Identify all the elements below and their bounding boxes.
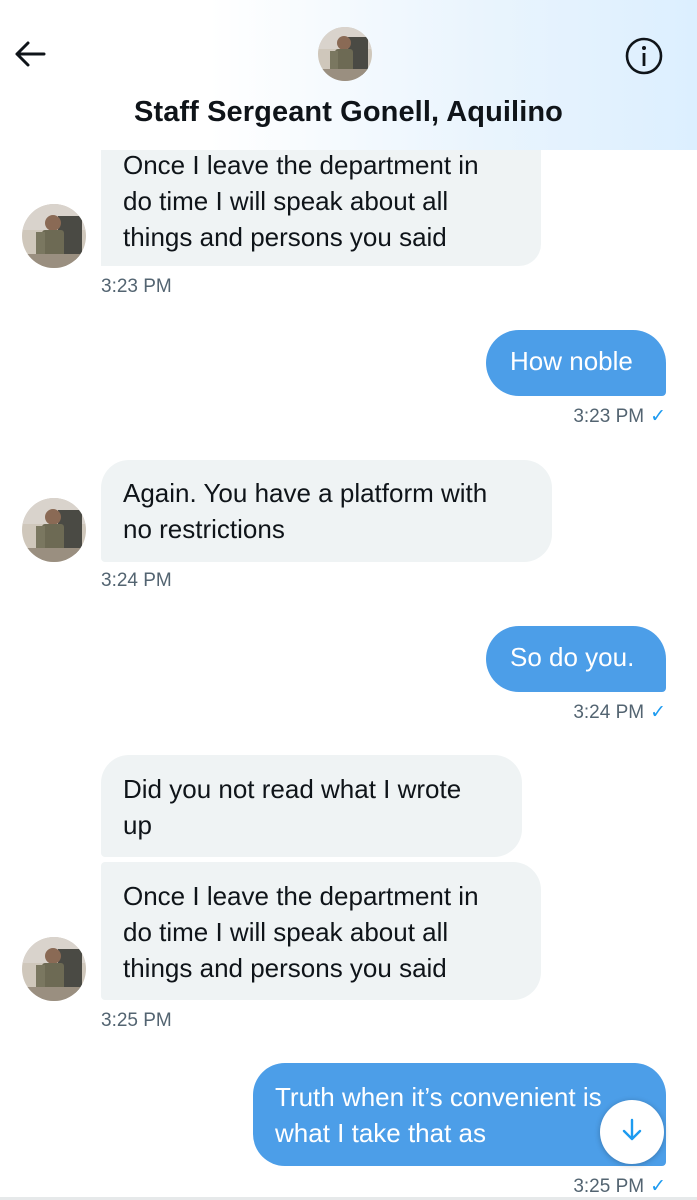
scroll-to-bottom-button[interactable] (600, 1100, 664, 1164)
arrow-down-icon (620, 1117, 644, 1148)
sender-avatar[interactable] (22, 498, 86, 562)
message-bubble-outgoing[interactable]: So do you. (486, 626, 666, 692)
message-bubble-incoming[interactable]: Did you not read what I wrote up (101, 755, 522, 857)
message-line: Once I leave the department in (123, 150, 479, 180)
header-avatar[interactable] (318, 27, 372, 81)
message-timestamp: 3:24 PM (101, 570, 172, 591)
message-line: do time I will speak about all (123, 186, 449, 216)
sender-avatar[interactable] (22, 204, 86, 268)
message-timestamp-outgoing: 3:23 PM ✓ (436, 405, 666, 428)
message-line: things and persons you said (123, 953, 447, 983)
message-line: Truth when it’s convenient is (275, 1082, 602, 1112)
message-timestamp: 3:25 PM (573, 1176, 645, 1197)
message-line: Once I leave the department in (123, 881, 479, 911)
message-line: what I take that as (275, 1118, 487, 1148)
message-timestamp: 3:23 PM (101, 276, 172, 297)
read-receipt-icon: ✓ (650, 702, 666, 723)
message-line: Again. You have a platform with (123, 478, 488, 508)
message-timestamp: 3:23 PM (573, 406, 645, 427)
info-circle-icon (624, 36, 664, 81)
info-button[interactable] (622, 36, 666, 80)
message-bubble-incoming[interactable]: Once I leave the department in do time I… (101, 862, 541, 1000)
back-button[interactable] (8, 36, 52, 76)
message-line: How noble (510, 346, 633, 376)
conversation-title[interactable]: Staff Sergeant Gonell, Aquilino (0, 96, 697, 129)
message-timestamp: 3:24 PM (573, 702, 645, 723)
message-line: things and persons you said (123, 222, 447, 252)
read-receipt-icon: ✓ (650, 1176, 666, 1197)
sender-avatar[interactable] (22, 937, 86, 1001)
conversation-header: Staff Sergeant Gonell, Aquilino (0, 0, 697, 150)
message-bubble-incoming[interactable]: Again. You have a platform with no restr… (101, 460, 552, 562)
arrow-left-icon (13, 39, 47, 74)
message-timestamp-outgoing: 3:24 PM ✓ (436, 701, 666, 724)
message-timestamp-outgoing: 3:25 PM ✓ (436, 1175, 666, 1198)
message-bubble-outgoing[interactable]: How noble (486, 330, 666, 396)
read-receipt-icon: ✓ (650, 406, 666, 427)
message-line: do time I will speak about all (123, 917, 449, 947)
message-line: up (123, 810, 152, 840)
message-line: no restrictions (123, 514, 285, 544)
message-line: So do you. (510, 642, 635, 672)
message-timestamp: 3:25 PM (101, 1010, 172, 1031)
message-line: Did you not read what I wrote (123, 774, 462, 804)
